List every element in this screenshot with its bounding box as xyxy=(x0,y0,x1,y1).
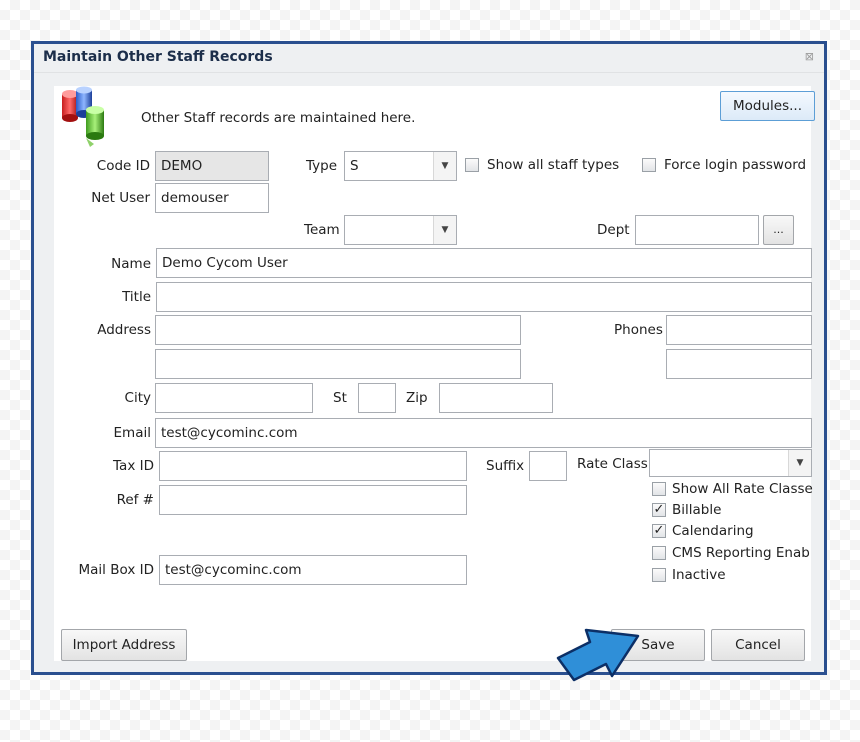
city-field[interactable] xyxy=(155,383,313,413)
checkbox-box[interactable] xyxy=(652,546,666,560)
staff-records-window: Maintain Other Staff Records ⊠ Other Sta… xyxy=(31,41,827,675)
force-login-password-checkbox[interactable]: Force login password xyxy=(642,157,806,173)
billable-label: Billable xyxy=(672,502,722,518)
checkbox-box[interactable] xyxy=(652,568,666,582)
phones-label: Phones xyxy=(614,322,663,338)
zip-label: Zip xyxy=(406,390,428,406)
name-field[interactable] xyxy=(156,248,812,278)
show-all-rate-classes-checkbox[interactable]: Show All Rate Classe xyxy=(652,481,813,497)
staff-cylinders-icon xyxy=(62,86,104,147)
net-user-label: Net User xyxy=(91,190,150,206)
st-label: St xyxy=(333,390,347,406)
address-line1-field[interactable] xyxy=(155,315,521,345)
checkbox-box[interactable] xyxy=(652,482,666,496)
chevron-down-icon[interactable]: ▼ xyxy=(433,216,456,244)
inactive-checkbox[interactable]: Inactive xyxy=(652,567,726,583)
ref-field[interactable] xyxy=(159,485,467,515)
code-id-field[interactable] xyxy=(155,151,269,181)
chevron-down-icon[interactable]: ▼ xyxy=(788,450,811,476)
address-label: Address xyxy=(97,322,151,338)
check-icon[interactable]: ✓ xyxy=(652,524,666,538)
show-all-staff-types-checkbox[interactable]: Show all staff types xyxy=(465,157,619,173)
inactive-label: Inactive xyxy=(672,567,726,583)
import-address-button[interactable]: Import Address xyxy=(61,629,187,661)
mail-box-id-field[interactable] xyxy=(159,555,467,585)
modules-button[interactable]: Modules... xyxy=(720,91,815,121)
title-bar: Maintain Other Staff Records ⊠ xyxy=(34,44,824,73)
zip-field[interactable] xyxy=(439,383,553,413)
tax-id-label: Tax ID xyxy=(113,458,154,474)
title-label: Title xyxy=(122,289,151,305)
team-select[interactable]: ▼ xyxy=(344,215,457,245)
ref-label: Ref # xyxy=(116,492,154,508)
type-value: S xyxy=(350,158,359,174)
chevron-down-icon[interactable]: ▼ xyxy=(433,152,456,180)
phone2-field[interactable] xyxy=(666,349,812,379)
suffix-field[interactable] xyxy=(529,451,567,481)
form-panel: Other Staff records are maintained here.… xyxy=(54,86,815,661)
close-icon[interactable]: ⊠ xyxy=(805,50,814,63)
email-field[interactable] xyxy=(155,418,812,448)
cms-reporting-checkbox[interactable]: CMS Reporting Enab xyxy=(652,545,810,561)
intro-text: Other Staff records are maintained here. xyxy=(141,110,416,126)
team-label: Team xyxy=(304,222,340,238)
checkbox-box[interactable] xyxy=(465,158,479,172)
state-field[interactable] xyxy=(358,383,396,413)
dept-browse-button[interactable]: ... xyxy=(763,215,794,245)
cancel-button[interactable]: Cancel xyxy=(711,629,805,661)
type-select[interactable]: S ▼ xyxy=(344,151,457,181)
checkbox-box[interactable] xyxy=(642,158,656,172)
show-all-rate-classes-label: Show All Rate Classe xyxy=(672,481,813,497)
email-label: Email xyxy=(113,425,151,441)
cms-reporting-label: CMS Reporting Enab xyxy=(672,545,810,561)
code-id-label: Code ID xyxy=(96,158,150,174)
show-all-staff-types-label: Show all staff types xyxy=(487,157,620,173)
rate-class-label: Rate Class xyxy=(577,456,648,472)
tax-id-field[interactable] xyxy=(159,451,467,481)
billable-checkbox[interactable]: ✓ Billable xyxy=(652,502,721,518)
dept-field[interactable] xyxy=(635,215,759,245)
phone1-field[interactable] xyxy=(666,315,812,345)
address-line2-field[interactable] xyxy=(155,349,521,379)
name-label: Name xyxy=(111,256,151,272)
title-field[interactable] xyxy=(156,282,812,312)
pointer-arrow-icon xyxy=(556,628,640,682)
force-login-password-label: Force login password xyxy=(664,157,807,173)
city-label: City xyxy=(124,390,151,406)
calendaring-checkbox[interactable]: ✓ Calendaring xyxy=(652,523,754,539)
window-title: Maintain Other Staff Records xyxy=(43,49,273,65)
mail-box-id-label: Mail Box ID xyxy=(78,562,154,578)
dept-label: Dept xyxy=(597,222,630,238)
type-label: Type xyxy=(306,158,338,174)
calendaring-label: Calendaring xyxy=(672,523,754,539)
check-icon[interactable]: ✓ xyxy=(652,503,666,517)
net-user-field[interactable] xyxy=(155,183,269,213)
rate-class-select[interactable]: ▼ xyxy=(649,449,812,477)
suffix-label: Suffix xyxy=(486,458,525,474)
